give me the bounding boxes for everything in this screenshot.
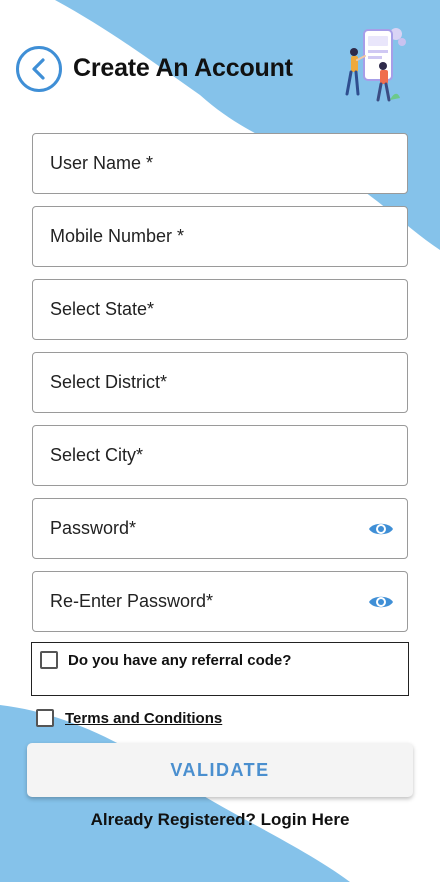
referral-code-box: Do you have any referral code? [31,642,409,696]
field-label: User Name * [50,153,154,173]
page-title: Create An Account [73,54,293,82]
back-button[interactable] [16,46,62,92]
field-label: Select District* [50,372,168,392]
city-select[interactable]: Select City* [32,425,408,486]
referral-label: Do you have any referral code? [68,651,292,669]
terms-checkbox[interactable] [36,709,54,727]
field-label: Re-Enter Password* [50,591,214,611]
mobile-number-field[interactable]: Mobile Number * [32,206,408,267]
field-label: Select State* [50,299,155,319]
signup-illustration [345,28,406,102]
eye-icon[interactable] [367,519,395,539]
validate-button[interactable]: VALIDATE [27,743,413,797]
login-link[interactable]: Already Registered? Login Here [0,810,440,830]
district-select[interactable]: Select District* [32,352,408,413]
password-field[interactable]: Password* [32,498,408,559]
state-select[interactable]: Select State* [32,279,408,340]
username-field[interactable]: User Name * [32,133,408,194]
chevron-left-icon [32,58,45,80]
field-label: Mobile Number * [50,226,185,246]
referral-checkbox[interactable] [40,651,58,669]
terms-link[interactable]: Terms and Conditions [65,710,222,727]
eye-icon[interactable] [367,592,395,612]
field-label: Select City* [50,445,144,465]
reenter-password-field[interactable]: Re-Enter Password* [32,571,408,632]
field-label: Password* [50,518,137,538]
validate-label: VALIDATE [170,759,270,780]
